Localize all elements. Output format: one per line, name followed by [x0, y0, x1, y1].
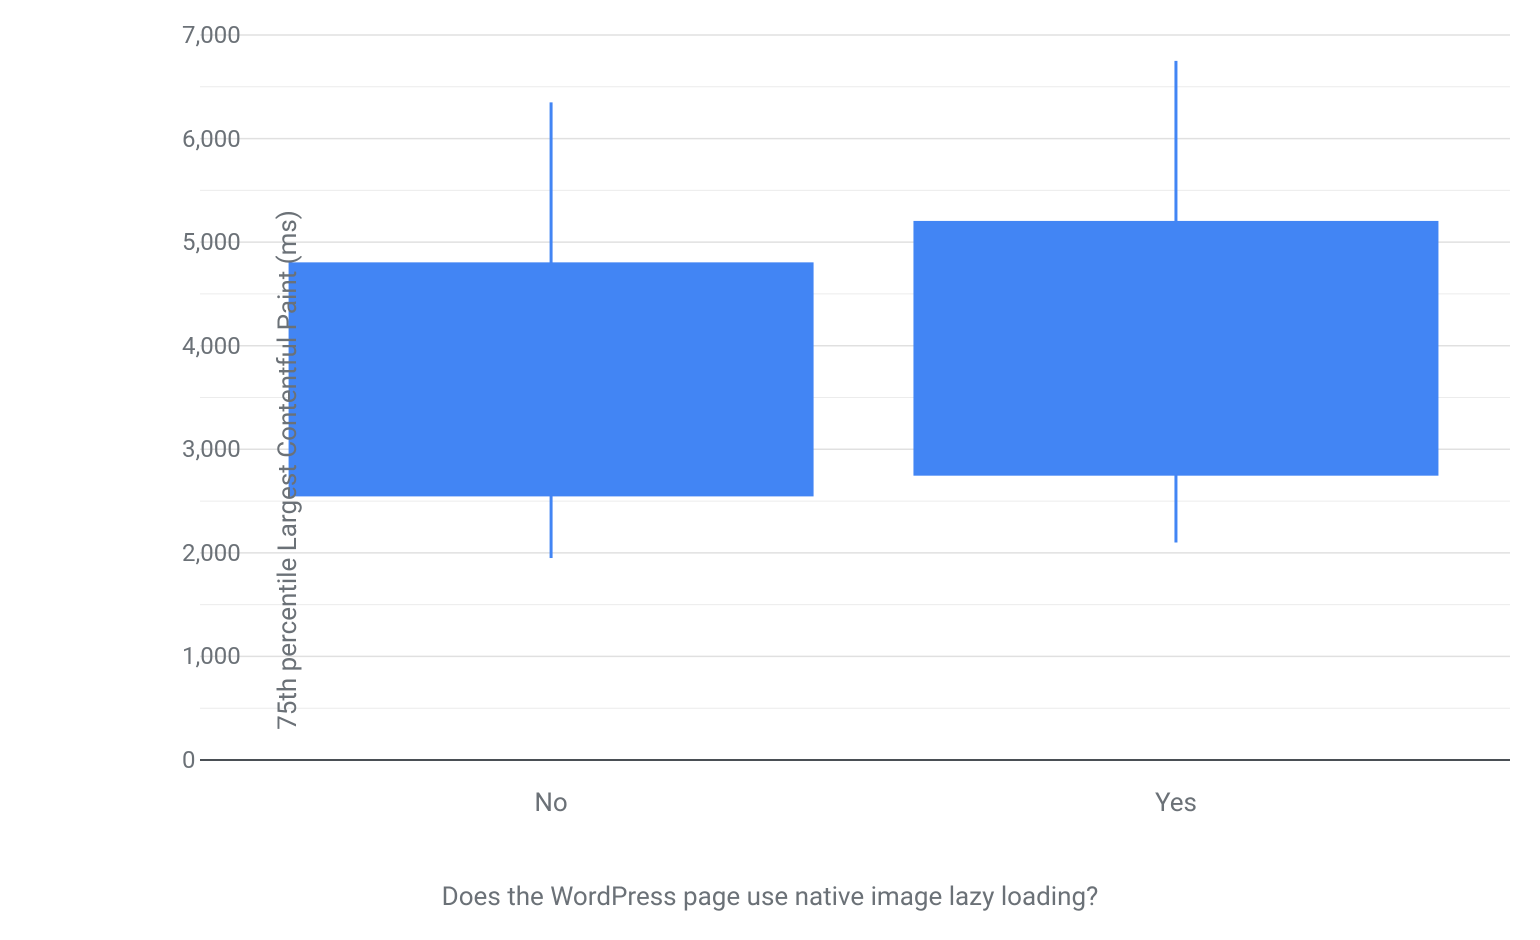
box — [914, 221, 1438, 475]
box — [289, 263, 813, 496]
chart-container: 75th percentile Largest Contentful Paint… — [0, 0, 1540, 940]
x-axis-label: Does the WordPress page use native image… — [442, 882, 1099, 912]
y-axis-label: 75th percentile Largest Contentful Paint… — [273, 210, 303, 730]
x-tick-label: No — [534, 788, 567, 818]
x-tick-label: Yes — [1155, 788, 1197, 818]
